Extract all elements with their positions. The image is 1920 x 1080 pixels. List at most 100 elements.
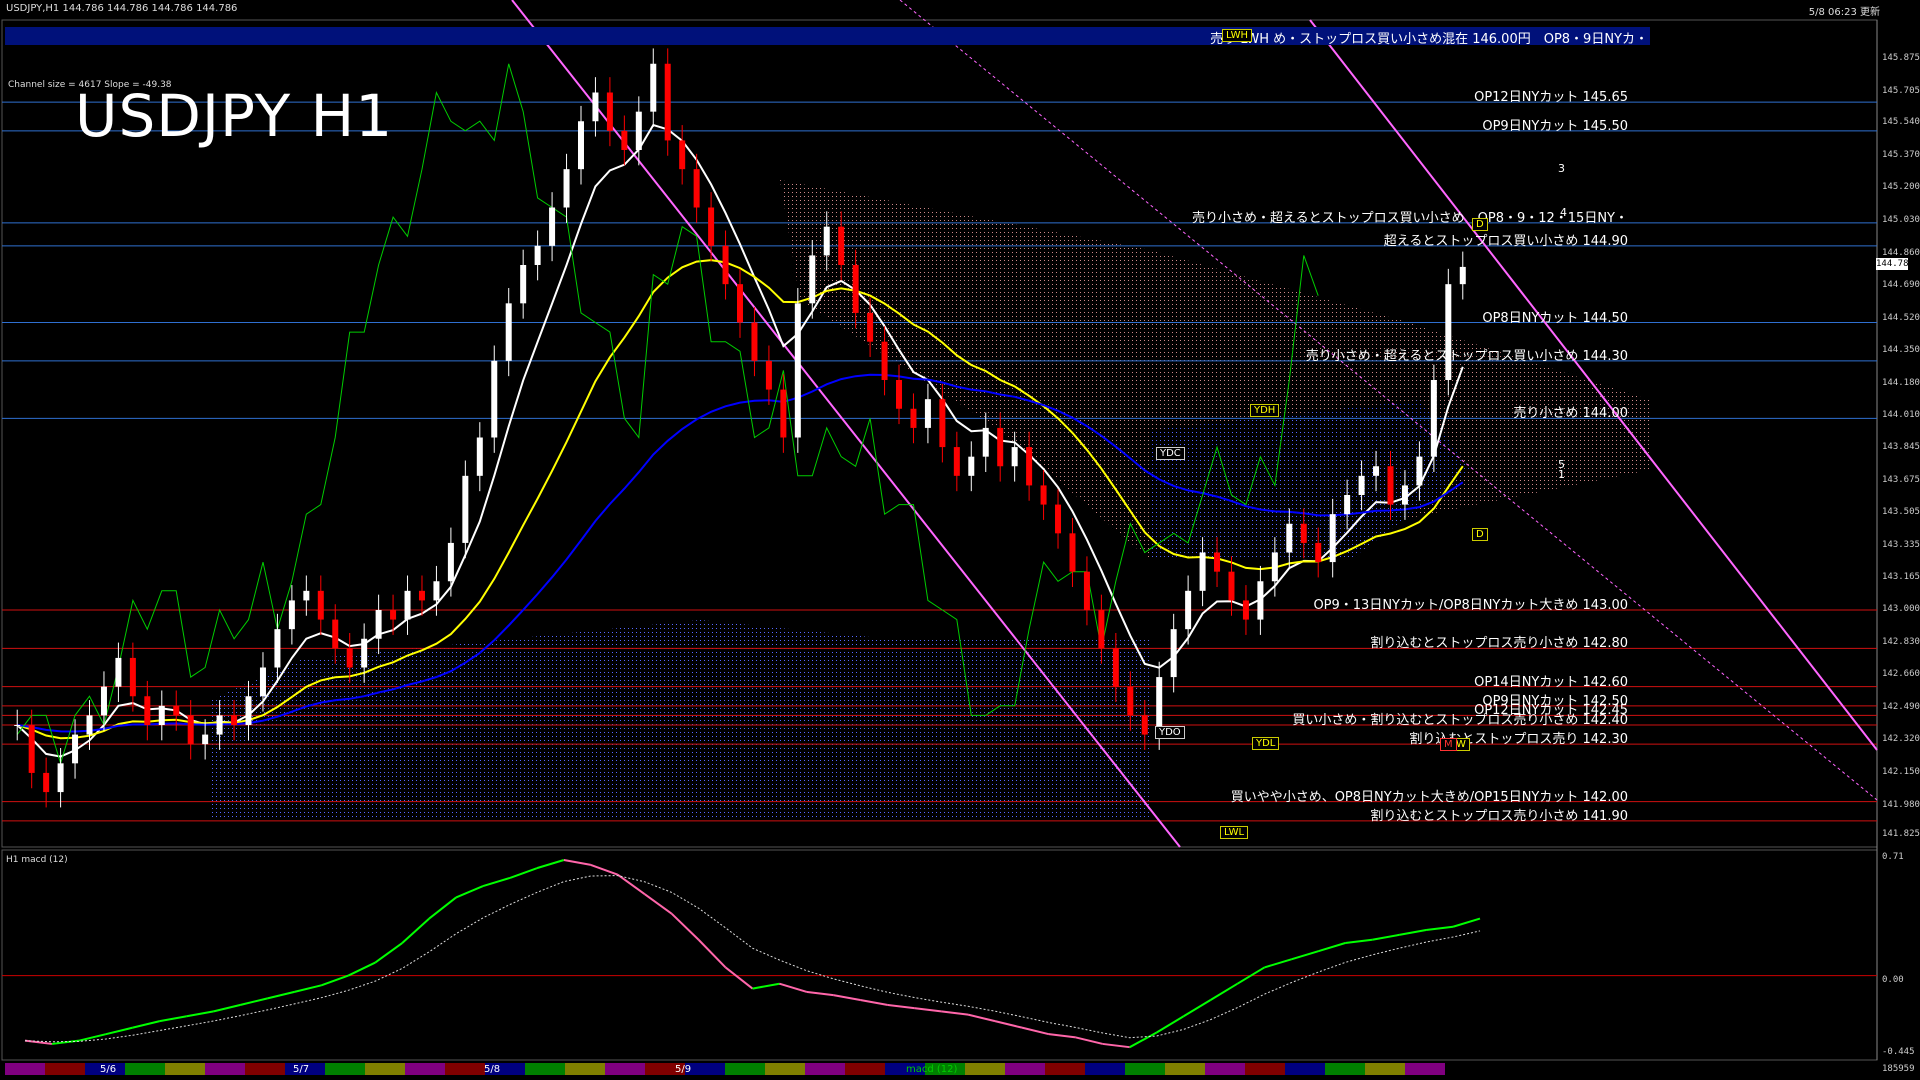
macd-segment [321,974,349,987]
macd-segment [1318,942,1346,953]
candle-body [476,437,483,476]
candle-body [28,725,35,773]
candle-body [1401,485,1408,505]
candle-body [505,303,512,361]
candle-body [462,475,469,543]
candle-body [606,92,613,131]
level-label: 割り込むとストップロス売り小さめ 142.80 [1370,636,1628,652]
macd-segment [563,859,592,866]
level-label: 買い小さめ・割り込むとストップロス売り小さめ 142.40 [1292,713,1628,728]
macd-segment [806,990,834,997]
macd-segment [1345,938,1373,945]
candle-body [259,667,266,697]
candle-body [1185,590,1192,630]
date-bar-segment [1325,1063,1365,1075]
candle-body [346,648,353,668]
date-bar-segment [1045,1063,1085,1075]
macd-segment [1183,999,1212,1018]
candle-body [1055,504,1062,534]
candle-body [635,111,642,150]
candle-body [577,121,584,170]
candle-body [1040,485,1047,505]
date-bar-segment [565,1063,605,1075]
wave-label-4: 4 [1560,206,1567,219]
price-axis-label: 142.830 [1882,636,1920,647]
candle-body [534,245,541,265]
date-bar-segment [245,1063,285,1075]
level-label: 割り込むとストップロス売り小さめ 141.90 [1370,808,1628,824]
lwl-box: LWL [1220,826,1249,839]
candle-body [14,725,21,726]
date-bar-segment [1165,1063,1205,1075]
candle-body [896,380,903,409]
candle-body [375,610,382,639]
date-label-1: 5/7 [293,1064,310,1075]
macd-segment [940,1010,969,1016]
candle-body [997,427,1004,467]
candle-body [1026,447,1033,486]
candle-body [939,399,946,448]
ydh-box: YDH [1250,404,1280,417]
candle-body [433,581,440,601]
candle-body [737,284,743,323]
candle-body [245,696,252,725]
chart-canvas[interactable] [0,0,1920,1080]
candle-body [823,226,830,256]
candle-body [202,734,209,745]
date-bar-segment [1205,1063,1245,1075]
macd-segment [294,984,322,993]
macd-segment [1021,1026,1050,1036]
price-axis-label: 144.690 [1882,280,1920,291]
banner-text: 売り LWH め・ストップロス買い小さめ混在 146.00円 OP8・9日NYカ… [1210,32,1648,47]
candle-body [1242,600,1249,620]
price-axis-label: 145.200 [1882,182,1920,193]
date-bar-segment [405,1063,445,1075]
candle-body [910,408,917,428]
candle-body [592,92,599,122]
candle-body [57,763,64,793]
macd-segment [1210,982,1239,1001]
level-label: OP9・13日NYカット/OP8日NYカット大きめ 143.00 [1313,598,1628,613]
date-bar-segment [325,1063,365,1075]
price-axis-label: 142.660 [1882,669,1920,680]
candle-body [1271,552,1278,582]
candle-body [794,303,801,438]
candle-body [765,360,772,390]
candle-body [1358,475,1365,495]
macd-segment [670,912,700,941]
date-bar-segment [5,1063,45,1075]
candle-body [1300,523,1307,543]
date-label-0: 5/6 [100,1064,117,1075]
candle-body [231,715,238,725]
macd-segment [967,1013,996,1023]
candle-body [144,696,151,725]
candle-body [447,542,454,582]
level-label: OP8日NYカット 144.50 [1482,310,1628,326]
candle-body [1127,686,1134,716]
level-label: 売り小さめ・超えるとストップロス買い小さめ 144.30 [1305,348,1628,364]
price-axis-label: 143.845 [1882,442,1920,453]
candle-body [491,360,498,438]
candle-body [115,657,122,687]
price-axis-label: 144.860 [1882,247,1920,258]
price-axis-label: 141.825 [1882,829,1920,840]
candle-body [780,389,787,438]
date-bar-segment [1085,1063,1125,1075]
candle-body [1430,380,1437,457]
macd-segment [374,942,403,964]
date-bar [5,1063,1445,1075]
wave-label-3: 3 [1558,162,1565,175]
candle-body [1214,552,1221,572]
date-bar-segment [365,1063,405,1075]
macd-pane-border [1,849,1878,1061]
lwh-box: LWH [1222,29,1253,42]
candle-body [650,63,657,112]
candle-body [288,600,295,630]
candle-body [722,245,729,285]
current-price-tag: 144.786 [1876,258,1914,270]
price-axis-label: 145.370 [1882,149,1920,160]
macd-segment [240,997,268,1006]
price-axis-label: 144.350 [1882,345,1920,356]
candle-body [418,590,425,601]
date-bar-segment [1005,1063,1045,1075]
